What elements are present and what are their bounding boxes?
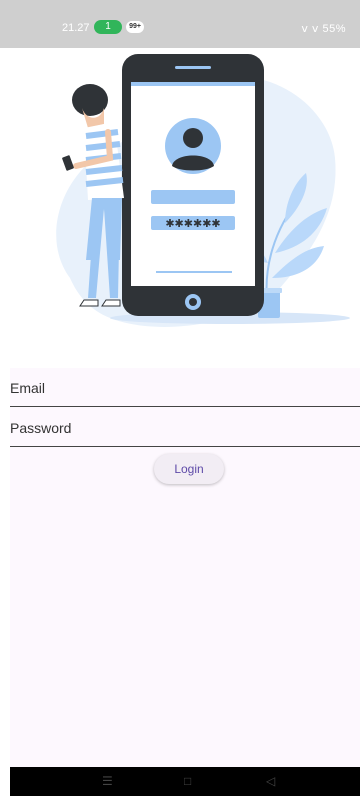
status-right: ⅴ ⅴ 55% — [301, 23, 346, 35]
menu-icon[interactable]: ☰ — [102, 774, 113, 788]
password-field[interactable]: Password — [10, 408, 360, 447]
login-button[interactable]: Login — [154, 454, 224, 484]
home-icon[interactable]: □ — [184, 774, 191, 788]
status-time: 21.27 — [62, 22, 90, 34]
email-field[interactable]: Email — [10, 368, 360, 407]
password-label: Password — [10, 420, 72, 436]
status-bar: 21.27 1 99+ ⅴ ⅴ 55% — [0, 0, 360, 48]
back-icon[interactable]: ◁ — [266, 774, 275, 788]
email-label: Email — [10, 380, 46, 396]
login-form: Email Password Login — [10, 368, 360, 768]
login-illustration: ✱✱✱✱✱✱ — [0, 48, 360, 348]
navigation-bar: ☰ □ ◁ — [10, 767, 360, 796]
password-mask-text: ✱✱✱✱✱✱ — [165, 218, 220, 230]
wifi-pill: 1 — [94, 20, 122, 34]
notification-badge: 99+ — [126, 21, 144, 33]
